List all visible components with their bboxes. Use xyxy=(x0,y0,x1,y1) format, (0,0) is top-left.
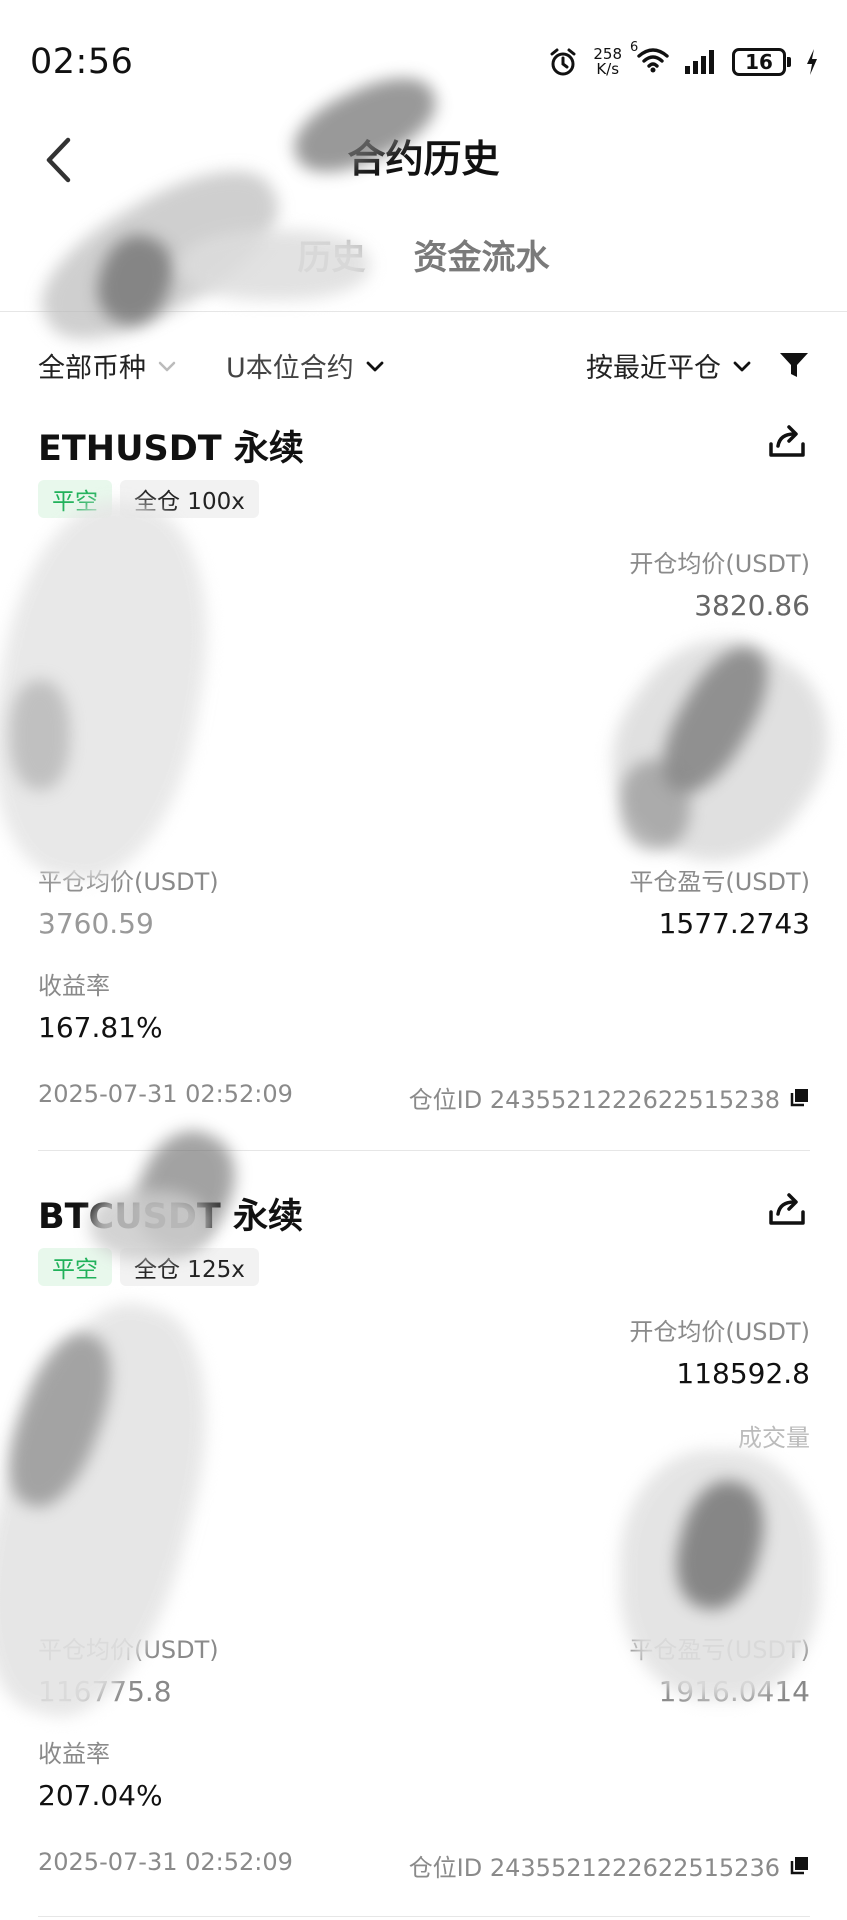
open-avg-label: 开仓均价(USDT) xyxy=(629,1318,810,1346)
alarm-icon xyxy=(550,48,576,76)
open-avg-value: 3820.86 xyxy=(694,589,810,622)
wifi-badge: 6 xyxy=(630,40,639,55)
roi-metric: 收益率 167.81% xyxy=(38,966,163,1044)
charging-icon xyxy=(807,49,817,75)
battery-level: 16 xyxy=(745,50,773,74)
fill-metric: 成交量 xyxy=(738,1418,810,1453)
page-title: 合约历史 xyxy=(347,137,500,181)
wifi-indicator: 6 xyxy=(630,40,670,78)
pnl-metric: 平仓盈亏(USDT) 1577.2743 xyxy=(629,862,810,940)
position-id-text: 仓位ID 2435521222622515236 xyxy=(408,1854,780,1882)
filter-bar: 全部币种 U本位合约 按最近平仓 xyxy=(0,340,847,390)
speed-unit: K/s xyxy=(596,60,620,78)
chevron-down-icon xyxy=(366,361,384,371)
wifi-icon xyxy=(637,48,669,73)
open-avg-label: 开仓均价(USDT) xyxy=(629,550,810,578)
close-avg-value: 3760.59 xyxy=(38,907,154,940)
chevron-down-icon xyxy=(158,361,176,371)
copy-icon[interactable] xyxy=(788,1855,810,1877)
status-time: 02:56 xyxy=(30,42,134,82)
margin-tag: 全仓 100x xyxy=(120,480,259,518)
close-avg-metric: 平仓均价(USDT) 3760.59 xyxy=(38,862,219,940)
close-avg-label: 平仓均价(USDT) xyxy=(38,868,219,896)
pnl-metric: 平仓盈亏(USDT) 1916.0414 xyxy=(629,1630,810,1708)
position-id[interactable]: 仓位ID 2435521222622515238 xyxy=(409,1080,810,1115)
position-symbol: ETHUSDT 永续 xyxy=(38,429,304,469)
roi-label: 收益率 xyxy=(38,1740,110,1768)
battery-icon: 16 xyxy=(732,48,791,76)
copy-icon[interactable] xyxy=(788,1087,810,1109)
network-speed: 258 K/s xyxy=(593,47,622,77)
position-card[interactable]: BTCUSDT 永续 平空 全仓 125x 开仓均价(USDT) 118592.… xyxy=(38,1188,810,1882)
coin-filter-label: 全部币种 xyxy=(38,353,146,384)
position-card[interactable]: ETHUSDT 永续 平空 全仓 100x 开仓均价(USDT) 3820.86… xyxy=(38,420,810,1114)
share-icon[interactable] xyxy=(768,1190,806,1228)
position-id[interactable]: 仓位ID 2435521222622515236 xyxy=(409,1848,810,1883)
share-icon[interactable] xyxy=(768,422,806,460)
pnl-value: 1916.0414 xyxy=(658,1675,810,1708)
card-divider xyxy=(38,1150,810,1151)
tab-history[interactable]: 历史 xyxy=(274,228,390,311)
sort-filter-label: 按最近平仓 xyxy=(586,353,721,384)
position-tags: 平空 全仓 100x xyxy=(38,480,259,518)
coin-filter[interactable]: 全部币种 xyxy=(38,346,178,385)
page-header: 合约历史 xyxy=(0,120,847,230)
pnl-value: 1577.2743 xyxy=(658,907,810,940)
margin-tag: 全仓 125x xyxy=(120,1248,259,1286)
roi-label: 收益率 xyxy=(38,972,110,1000)
direction-tag: 平空 xyxy=(38,480,112,518)
chevron-down-icon xyxy=(733,361,751,371)
status-icons: 258 K/s 6 16 xyxy=(547,40,819,82)
position-tags: 平空 全仓 125x xyxy=(38,1248,259,1286)
status-bar: 02:56 258 K/s 6 16 xyxy=(0,0,847,120)
contract-filter-label: U本位合约 xyxy=(226,353,354,384)
roi-value: 207.04% xyxy=(38,1779,163,1812)
pnl-label: 平仓盈亏(USDT) xyxy=(629,1636,810,1664)
close-avg-metric: 平仓均价(USDT) 116775.8 xyxy=(38,1630,219,1708)
contract-filter[interactable]: U本位合约 xyxy=(226,346,386,385)
filter-icon[interactable] xyxy=(779,350,809,380)
close-date: 2025-07-31 02:52:09 xyxy=(38,1848,293,1876)
roi-metric: 收益率 207.04% xyxy=(38,1734,163,1812)
signal-icon xyxy=(685,50,714,74)
close-date: 2025-07-31 02:52:09 xyxy=(38,1080,293,1108)
card-divider xyxy=(38,1916,810,1917)
close-avg-value: 116775.8 xyxy=(38,1675,172,1708)
tab-fund-flow[interactable]: 资金流水 xyxy=(390,228,574,311)
open-avg-metric: 开仓均价(USDT) 3820.86 xyxy=(629,544,810,622)
open-avg-metric: 开仓均价(USDT) 118592.8 xyxy=(629,1312,810,1390)
position-symbol: BTCUSDT 永续 xyxy=(38,1197,303,1237)
close-avg-label: 平仓均价(USDT) xyxy=(38,1636,219,1664)
sort-filter[interactable]: 按最近平仓 xyxy=(586,346,753,385)
direction-tag: 平空 xyxy=(38,1248,112,1286)
position-id-text: 仓位ID 2435521222622515238 xyxy=(408,1086,780,1114)
roi-value: 167.81% xyxy=(38,1011,163,1044)
fill-label: 成交量 xyxy=(738,1424,810,1452)
tab-bar: 历史 资金流水 xyxy=(0,228,847,312)
pnl-label: 平仓盈亏(USDT) xyxy=(629,868,810,896)
open-avg-value: 118592.8 xyxy=(676,1357,810,1390)
